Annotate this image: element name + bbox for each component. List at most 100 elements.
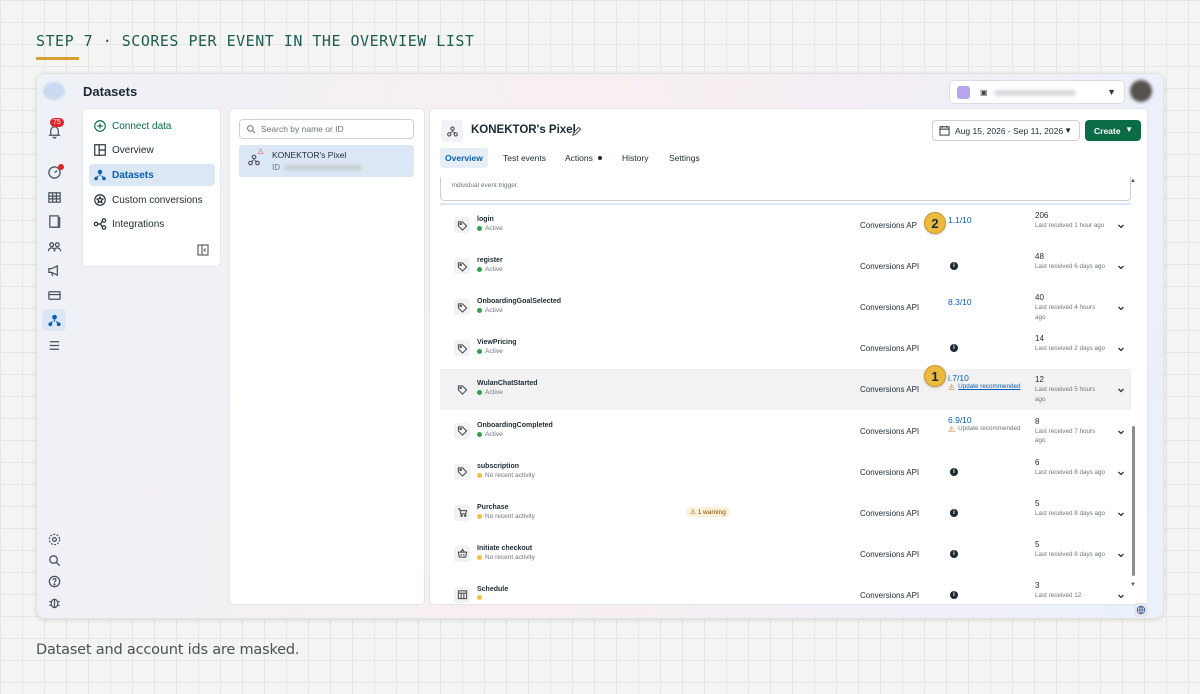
nav-item-integrations[interactable]: Integrations <box>89 213 215 235</box>
events-manager-icon[interactable] <box>42 309 66 331</box>
event-count: 6 <box>1035 457 1040 467</box>
status-dot <box>477 554 482 560</box>
chevron-down-icon[interactable] <box>1116 547 1126 558</box>
update-recommended[interactable]: ⚠ Update recommended <box>948 383 1020 392</box>
chevron-down-icon[interactable] <box>1116 506 1126 517</box>
step-title: STEP 7 · SCORES PER EVENT IN THE OVERVIE… <box>36 32 475 50</box>
match-quality-score-link[interactable]: 8.3/10 <box>948 297 972 307</box>
chevron-down-icon[interactable] <box>1116 300 1126 311</box>
tab-history[interactable]: History <box>617 148 653 168</box>
nav-item-label: Integrations <box>112 218 165 230</box>
event-count: 48 <box>1035 252 1044 262</box>
catalog-icon[interactable] <box>44 211 64 231</box>
icon-rail: 75 <box>37 74 71 618</box>
info-icon[interactable]: i <box>950 262 958 271</box>
megaphone-icon[interactable] <box>44 260 64 280</box>
chevron-down-icon[interactable] <box>1116 465 1126 476</box>
table-row[interactable]: subscription No recent activity Conversion… <box>440 452 1131 493</box>
table-row[interactable]: WulanChatStarted Active Conversions API i.7… <box>440 369 1131 411</box>
chevron-down-icon[interactable] <box>1116 341 1126 352</box>
tab-overview[interactable]: Overview <box>440 148 488 168</box>
callout-marker-1: 1 <box>924 365 946 387</box>
event-source: Conversions API <box>860 303 920 313</box>
status-dot <box>477 390 482 396</box>
match-quality-score-link[interactable]: 1.1/10 <box>948 215 972 225</box>
dataset-list-item[interactable]: △ KONEKTOR's Pixel ID <box>239 145 414 177</box>
tag-icon <box>454 463 470 480</box>
event-name: Schedule <box>477 585 509 593</box>
account-avatar <box>957 86 970 99</box>
tab-label: Actions <box>565 153 593 163</box>
event-source: Conversions API <box>860 385 920 395</box>
nav-item-datasets[interactable]: Datasets <box>89 164 215 186</box>
connect-data-label: Connect data <box>112 120 172 132</box>
match-quality-score-link[interactable]: i.7/10 <box>948 373 969 383</box>
audience-icon[interactable] <box>44 236 64 256</box>
tab-test-events[interactable]: Test events <box>498 148 551 168</box>
basket-icon <box>454 545 470 562</box>
account-selector[interactable]: ▣ ▼ <box>949 80 1125 104</box>
table-row[interactable]: OnboardingGoalSelected Active Conversions … <box>440 287 1131 328</box>
info-icon[interactable]: i <box>950 467 958 476</box>
chevron-down-icon[interactable] <box>1116 259 1126 270</box>
info-icon[interactable]: i <box>950 344 958 353</box>
date-range-picker[interactable]: Aug 15, 2026 - Sep 11, 2026 ▼ <box>932 120 1080 141</box>
settings-gear-icon[interactable] <box>44 529 64 549</box>
table-row[interactable]: Purchase No recent activity ⚠ 1 warning Con… <box>440 493 1131 534</box>
event-status: Active <box>477 431 503 438</box>
match-quality-score-link[interactable]: 6.9/10 <box>948 415 972 425</box>
table-row[interactable]: OnboardingCompleted Active Conversions API… <box>440 411 1131 452</box>
status-dot <box>477 513 482 519</box>
event-status <box>477 594 485 600</box>
status-dot <box>477 226 482 231</box>
warning-badge-label: 1 warning <box>697 508 726 516</box>
info-icon[interactable]: i <box>950 590 958 599</box>
help-icon[interactable] <box>44 571 64 591</box>
event-status: Active <box>477 266 503 273</box>
search-icon[interactable] <box>44 550 64 570</box>
warning-badge[interactable]: ⚠ 1 warning <box>687 506 729 517</box>
edit-pencil-icon[interactable] <box>571 124 582 136</box>
connect-data-button[interactable]: Connect data <box>89 115 215 137</box>
user-avatar[interactable] <box>1130 80 1152 102</box>
table-row[interactable]: login Active Conversions AP 1.1/10 206 Last r… <box>440 205 1131 246</box>
event-name: OnboardingGoalSelected <box>477 298 562 306</box>
event-status: Active <box>477 389 503 396</box>
nav-item-overview[interactable]: Overview <box>89 139 215 161</box>
meta-logo-icon[interactable] <box>43 82 65 100</box>
table-row[interactable]: Schedule Conversions API i 3 Last received 1… <box>440 575 1131 604</box>
event-name: OnboardingCompleted <box>477 421 553 429</box>
search-input[interactable]: Search by name or ID <box>239 119 414 139</box>
dataset-overview-panel: KONEKTOR's Pixel Aug 15, 2026 - Sep 11, … <box>430 109 1147 604</box>
star-badge-icon <box>92 192 108 208</box>
nav-item-custom-conversions[interactable]: Custom conversions <box>89 189 215 211</box>
billing-card-icon[interactable] <box>44 285 64 305</box>
tab-actions[interactable]: Actions <box>560 148 607 168</box>
table-row[interactable]: register Active Conversions API i 48 Last rec… <box>440 246 1131 287</box>
table-row[interactable]: Initiate checkout No recent activity Conve… <box>440 534 1131 575</box>
dataset-header: KONEKTOR's Pixel Aug 15, 2026 - Sep 11, … <box>430 109 1147 171</box>
menu-icon[interactable] <box>44 335 64 355</box>
info-icon[interactable]: i <box>950 549 958 558</box>
event-status-label: No recent activity <box>485 553 535 561</box>
scroll-down-icon[interactable]: ▼ <box>1130 582 1136 588</box>
briefcase-icon: ▣ <box>980 88 988 97</box>
create-button[interactable]: Create ▼ <box>1085 120 1141 141</box>
scroll-up-icon[interactable]: ▲ <box>1130 178 1136 184</box>
chevron-down-icon[interactable] <box>1116 424 1126 434</box>
update-recommended[interactable]: ⚠ Update recommended <box>948 425 1020 434</box>
bug-report-icon[interactable] <box>44 592 64 612</box>
collapse-panel-icon[interactable] <box>197 243 209 256</box>
last-received: Last received 7 hours ago <box>1035 427 1096 445</box>
scrollbar-thumb[interactable] <box>1132 426 1135 576</box>
chevron-down-icon[interactable] <box>1116 588 1126 599</box>
table-row[interactable]: ViewPricing Active Conversions API i 14 Last … <box>440 328 1131 369</box>
chevron-down-icon[interactable] <box>1116 382 1126 393</box>
chevron-down-icon[interactable] <box>1116 218 1126 229</box>
table-icon[interactable] <box>44 187 64 207</box>
info-icon[interactable]: i <box>950 508 958 517</box>
tab-settings[interactable]: Settings <box>664 148 705 168</box>
globe-icon[interactable] <box>1134 603 1148 617</box>
scrollbar[interactable]: ▲ ▼ <box>1130 178 1138 598</box>
cart-icon <box>454 504 470 521</box>
